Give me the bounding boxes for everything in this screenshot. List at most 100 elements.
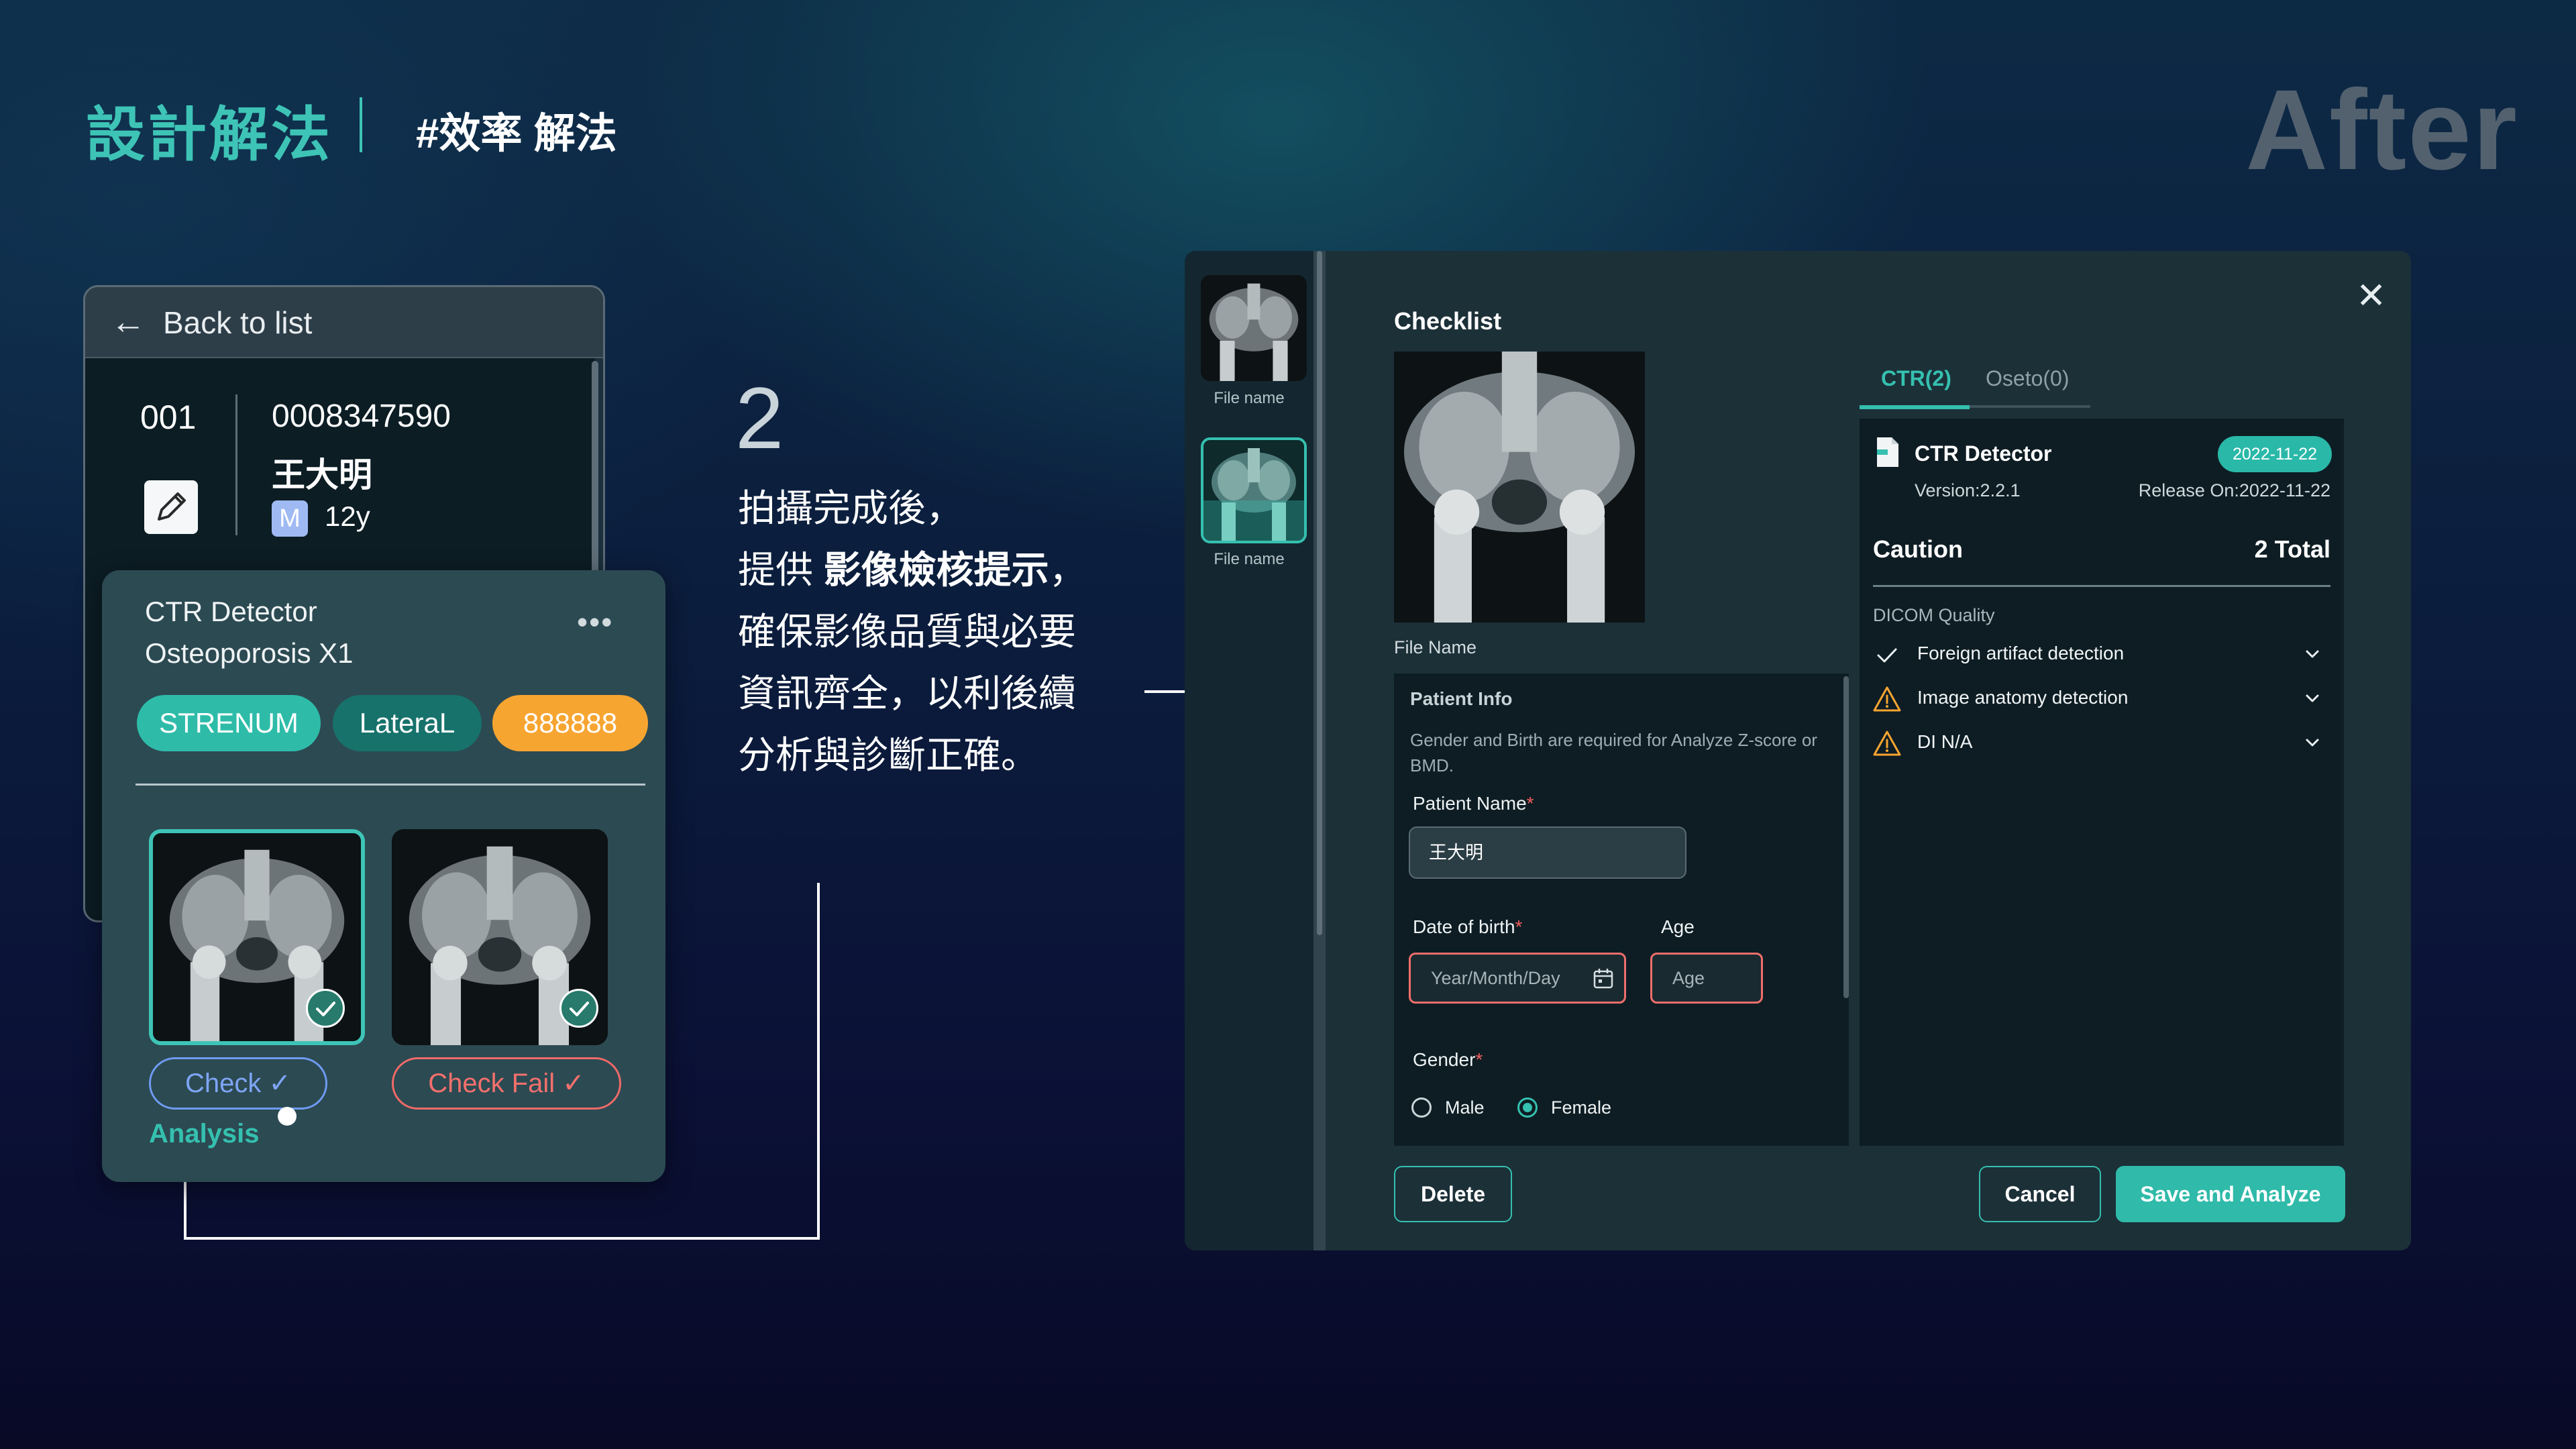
chevron-down-icon[interactable] bbox=[2302, 688, 2322, 708]
page-subtitle: #效率 解法 bbox=[416, 111, 617, 157]
save-and-analyze-button[interactable]: Save and Analyze bbox=[2116, 1166, 2345, 1222]
patient-age: 12y bbox=[325, 500, 370, 532]
tab-oseto[interactable]: Oseto(0) bbox=[1986, 366, 2069, 391]
title-divider bbox=[360, 97, 362, 152]
calendar-icon[interactable] bbox=[1593, 968, 1613, 989]
chevron-down-icon[interactable] bbox=[2302, 733, 2322, 753]
after-label: After bbox=[2245, 66, 2518, 194]
step-line: 資訊齊全，以利後續 bbox=[738, 672, 1076, 714]
sex-badge: M bbox=[272, 500, 308, 537]
warning-icon bbox=[1873, 686, 1901, 712]
tag-code[interactable]: 888888 bbox=[492, 695, 648, 751]
patient-info-title: Patient Info bbox=[1410, 688, 1513, 709]
detector-model: Osteoporosis X1 bbox=[145, 637, 354, 669]
pencil-icon bbox=[158, 492, 186, 521]
dicom-quality-heading: DICOM Quality bbox=[1873, 605, 1995, 625]
step-line: 提供 影像檢核提示， bbox=[738, 549, 1087, 591]
step-line: 確保影像品質與必要 bbox=[738, 610, 1076, 653]
delete-button[interactable]: Delete bbox=[1394, 1166, 1512, 1222]
step-line: 拍攝完成後， bbox=[738, 487, 963, 529]
quality-item-label: DI N/A bbox=[1917, 731, 1973, 752]
back-bar[interactable]: ← Back to list bbox=[85, 287, 603, 358]
back-to-list-link[interactable]: Back to list bbox=[163, 305, 312, 341]
detector-name: CTR Detector bbox=[145, 596, 317, 627]
cancel-button[interactable]: Cancel bbox=[1979, 1166, 2101, 1222]
dob-input[interactable]: Year/Month/Day bbox=[1409, 953, 1626, 1004]
gender-female-radio[interactable] bbox=[1517, 1097, 1538, 1118]
gender-male-label[interactable]: Male bbox=[1445, 1097, 1485, 1118]
age-input[interactable]: Age bbox=[1650, 953, 1763, 1004]
arrow-left-icon[interactable]: ← bbox=[111, 302, 146, 342]
more-icon[interactable]: ••• bbox=[577, 604, 613, 640]
gender-label: Gender* bbox=[1413, 1049, 1483, 1070]
tab-ctr[interactable]: CTR(2) bbox=[1881, 366, 1951, 391]
patient-info-scrollbar[interactable] bbox=[1843, 676, 1849, 998]
detail-divider bbox=[1873, 585, 2330, 587]
row-divider bbox=[235, 394, 237, 535]
step-number: 2 bbox=[735, 369, 784, 467]
analysis-link[interactable]: Analysis bbox=[149, 1119, 260, 1149]
xray-pelvis-image bbox=[1394, 352, 1645, 623]
checklist-title: Checklist bbox=[1394, 307, 1502, 335]
patient-name-input[interactable]: 王大明 bbox=[1409, 826, 1686, 879]
file-sidebar: File name File name bbox=[1185, 251, 1313, 1250]
patient-info-panel: Patient Info Gender and Birth are requir… bbox=[1394, 674, 1849, 1146]
quality-item-label: Image anatomy detection bbox=[1917, 687, 2129, 708]
check-icon bbox=[1877, 648, 1897, 663]
file-thumbnail-label: File name bbox=[1214, 550, 1285, 568]
gender-male-radio[interactable] bbox=[1411, 1097, 1432, 1118]
file-thumbnail-label: File name bbox=[1214, 389, 1285, 407]
patient-name-label: Patient Name* bbox=[1413, 793, 1534, 814]
quality-item-label: Foreign artifact detection bbox=[1917, 643, 2125, 663]
connector-dot bbox=[278, 1107, 297, 1126]
quality-item-di[interactable]: DI N/A bbox=[1873, 727, 2330, 761]
caution-total: 2 Total bbox=[2254, 535, 2330, 563]
quality-item-image-anatomy[interactable]: Image anatomy detection bbox=[1873, 683, 2330, 716]
gender-female-label[interactable]: Female bbox=[1551, 1097, 1611, 1118]
warning-icon bbox=[1873, 731, 1901, 756]
sidebar-scrollbar[interactable] bbox=[1317, 251, 1322, 935]
close-icon[interactable]: ✕ bbox=[2356, 278, 2386, 314]
card-divider bbox=[136, 784, 645, 786]
detector-release: Release On:2022-11-22 bbox=[2138, 480, 2330, 500]
caution-title: Caution bbox=[1873, 535, 1963, 563]
page-title: 設計解法 bbox=[86, 101, 333, 168]
file-thumbnail-selected[interactable] bbox=[1201, 437, 1307, 543]
check-circle-icon bbox=[559, 989, 598, 1028]
detector-title: CTR Detector bbox=[1915, 441, 2052, 466]
quality-item-foreign-artifact[interactable]: Foreign artifact detection bbox=[1873, 639, 2330, 672]
check-status-button[interactable]: Check ✓ bbox=[149, 1057, 327, 1110]
check-label: Check bbox=[184, 1069, 262, 1098]
document-icon bbox=[1877, 437, 1898, 467]
age-label: Age bbox=[1661, 916, 1695, 937]
patient-index: 001 bbox=[140, 398, 197, 436]
xray-pelvis-image bbox=[1203, 440, 1304, 541]
xray-pelvis-image bbox=[1201, 275, 1307, 381]
patient-name: 王大明 bbox=[272, 456, 372, 494]
list-scrollbar[interactable] bbox=[592, 361, 598, 589]
tag-lateral[interactable]: LateraL bbox=[333, 695, 482, 751]
date-badge: 2022-11-22 bbox=[2218, 436, 2332, 472]
chevron-down-icon[interactable] bbox=[2302, 644, 2322, 664]
patient-number: 0008347590 bbox=[272, 398, 451, 434]
tag-strenum[interactable]: STRENUM bbox=[137, 695, 321, 751]
patient-info-description: Gender and Birth are required for Analyz… bbox=[1410, 730, 1817, 775]
step-highlight: 影像檢核提示 bbox=[823, 549, 1049, 591]
xray-preview bbox=[1394, 352, 1645, 623]
checkmark-icon: ✓ bbox=[268, 1069, 292, 1098]
checklist-modal: File name File name ✕ Checklist File Nam… bbox=[1185, 251, 2411, 1250]
dob-placeholder: Year/Month/Day bbox=[1431, 968, 1560, 988]
detector-version: Version:2.2.1 bbox=[1915, 480, 2021, 500]
detector-card: CTR Detector Osteoporosis X1 ••• STRENUM… bbox=[102, 570, 665, 1182]
step-line: 分析與診斷正確。 bbox=[738, 734, 1038, 776]
edit-button[interactable] bbox=[144, 480, 198, 534]
dob-label: Date of birth* bbox=[1413, 916, 1523, 937]
check-fail-button[interactable]: Check Fail ✓ bbox=[392, 1057, 621, 1110]
file-thumbnail[interactable] bbox=[1201, 275, 1307, 381]
step-description: 拍攝完成後， 提供 影像檢核提示， 確保影像品質與必要 資訊齊全，以利後續 分析… bbox=[738, 478, 1140, 786]
detector-detail-panel: CTR Detector 2022-11-22 Version:2.2.1 Re… bbox=[1860, 419, 2344, 1146]
check-fail-label: Check Fail bbox=[428, 1069, 555, 1098]
tab-active-indicator bbox=[1860, 405, 1970, 409]
file-name-label: File Name bbox=[1394, 637, 1477, 657]
checkmark-icon: ✓ bbox=[562, 1069, 585, 1098]
